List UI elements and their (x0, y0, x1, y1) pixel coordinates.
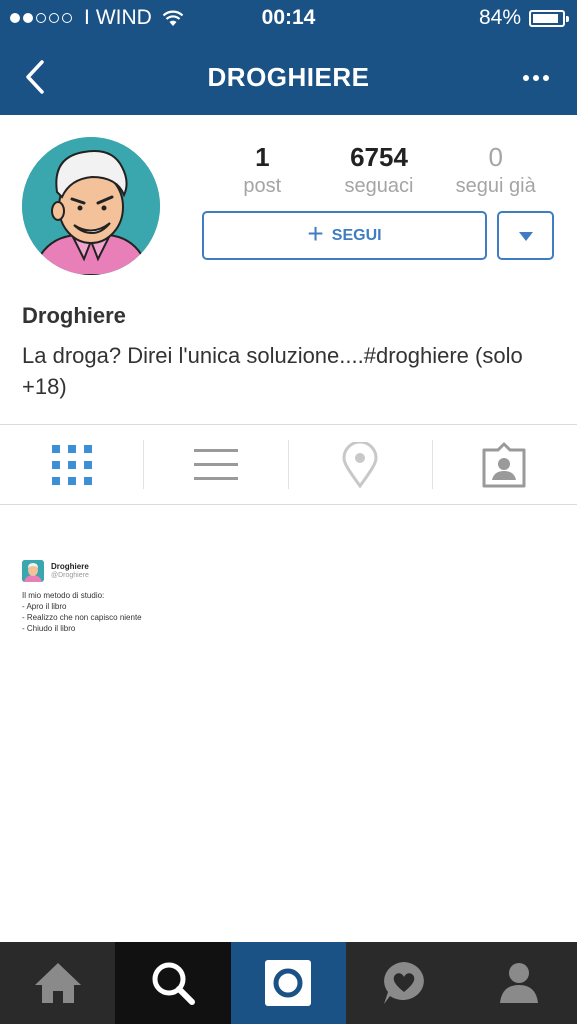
tab-list[interactable] (144, 425, 288, 505)
nav-bar: DROGHIERE (0, 40, 577, 115)
battery-icon (529, 9, 569, 27)
search-icon (152, 962, 196, 1005)
post-text-line: - Realizzo che non capisco niente (22, 613, 142, 622)
nav-activity[interactable] (346, 942, 461, 1024)
post-text-line: - Chiudo il libro (22, 624, 76, 633)
page-title: DROGHIERE (207, 62, 370, 92)
camera-icon (265, 960, 312, 1006)
stat-following[interactable]: 0 segui già (437, 142, 554, 198)
tab-separator (288, 440, 289, 489)
post-thumbnail[interactable]: Droghiere @Droghiere Il mio metodo di st… (22, 558, 222, 638)
profile-name: Droghiere (22, 303, 126, 328)
more-dots-icon (523, 75, 549, 81)
status-bar: I WIND 00:14 84% (0, 0, 577, 38)
more-options-button[interactable] (521, 68, 551, 88)
list-icon (194, 449, 238, 480)
follow-button-label: SEGUI (331, 226, 382, 244)
caret-down-icon (519, 232, 533, 241)
location-pin-icon (342, 442, 378, 488)
profile-bio: La droga? Direi l'unica soluzione....#dr… (22, 343, 523, 399)
stat-label: seguaci (344, 175, 414, 197)
divider (0, 504, 577, 505)
tab-places[interactable] (288, 425, 432, 505)
tab-grid[interactable] (0, 425, 144, 505)
grid-icon (52, 445, 92, 485)
stat-label: post (243, 175, 282, 197)
post-author-handle: @Droghiere (51, 572, 89, 579)
nav-profile[interactable] (462, 942, 577, 1024)
stat-followers[interactable]: 6754 seguaci (321, 142, 438, 198)
tab-separator (143, 440, 144, 489)
post-author-name: Droghiere (51, 562, 89, 571)
app-header: I WIND 00:14 84% DROGHIERE (0, 0, 577, 115)
activity-heart-icon (383, 962, 424, 1004)
suggestions-dropdown-button[interactable] (497, 211, 554, 260)
stat-posts[interactable]: 1 post (204, 142, 321, 198)
follow-button[interactable]: + SEGUI (202, 211, 487, 260)
stat-value: 1 (255, 142, 270, 172)
profile-icon (500, 963, 539, 1003)
plus-icon: + (307, 218, 324, 249)
stat-label: segui già (455, 175, 536, 197)
profile-avatar[interactable] (22, 137, 160, 275)
avatar-illustration (22, 137, 160, 275)
home-icon (34, 963, 81, 1003)
tab-tagged[interactable] (432, 425, 576, 505)
nav-home[interactable] (0, 942, 115, 1024)
bottom-tab-bar (0, 942, 577, 1024)
post-text-line: Il mio metodo di studio: (22, 591, 105, 600)
stat-value: 6754 (350, 142, 408, 172)
post-author-avatar (22, 560, 44, 582)
nav-camera[interactable] (230, 942, 347, 1024)
post-text-line: - Apro il libro (22, 602, 67, 611)
nav-search[interactable] (115, 942, 231, 1024)
battery-percent: 84% (478, 6, 521, 29)
tagged-photos-icon (482, 442, 526, 488)
profile-stats: 1 post 6754 seguaci 0 segui già (204, 142, 554, 198)
stat-value: 0 (488, 142, 503, 172)
tab-separator (432, 440, 433, 489)
